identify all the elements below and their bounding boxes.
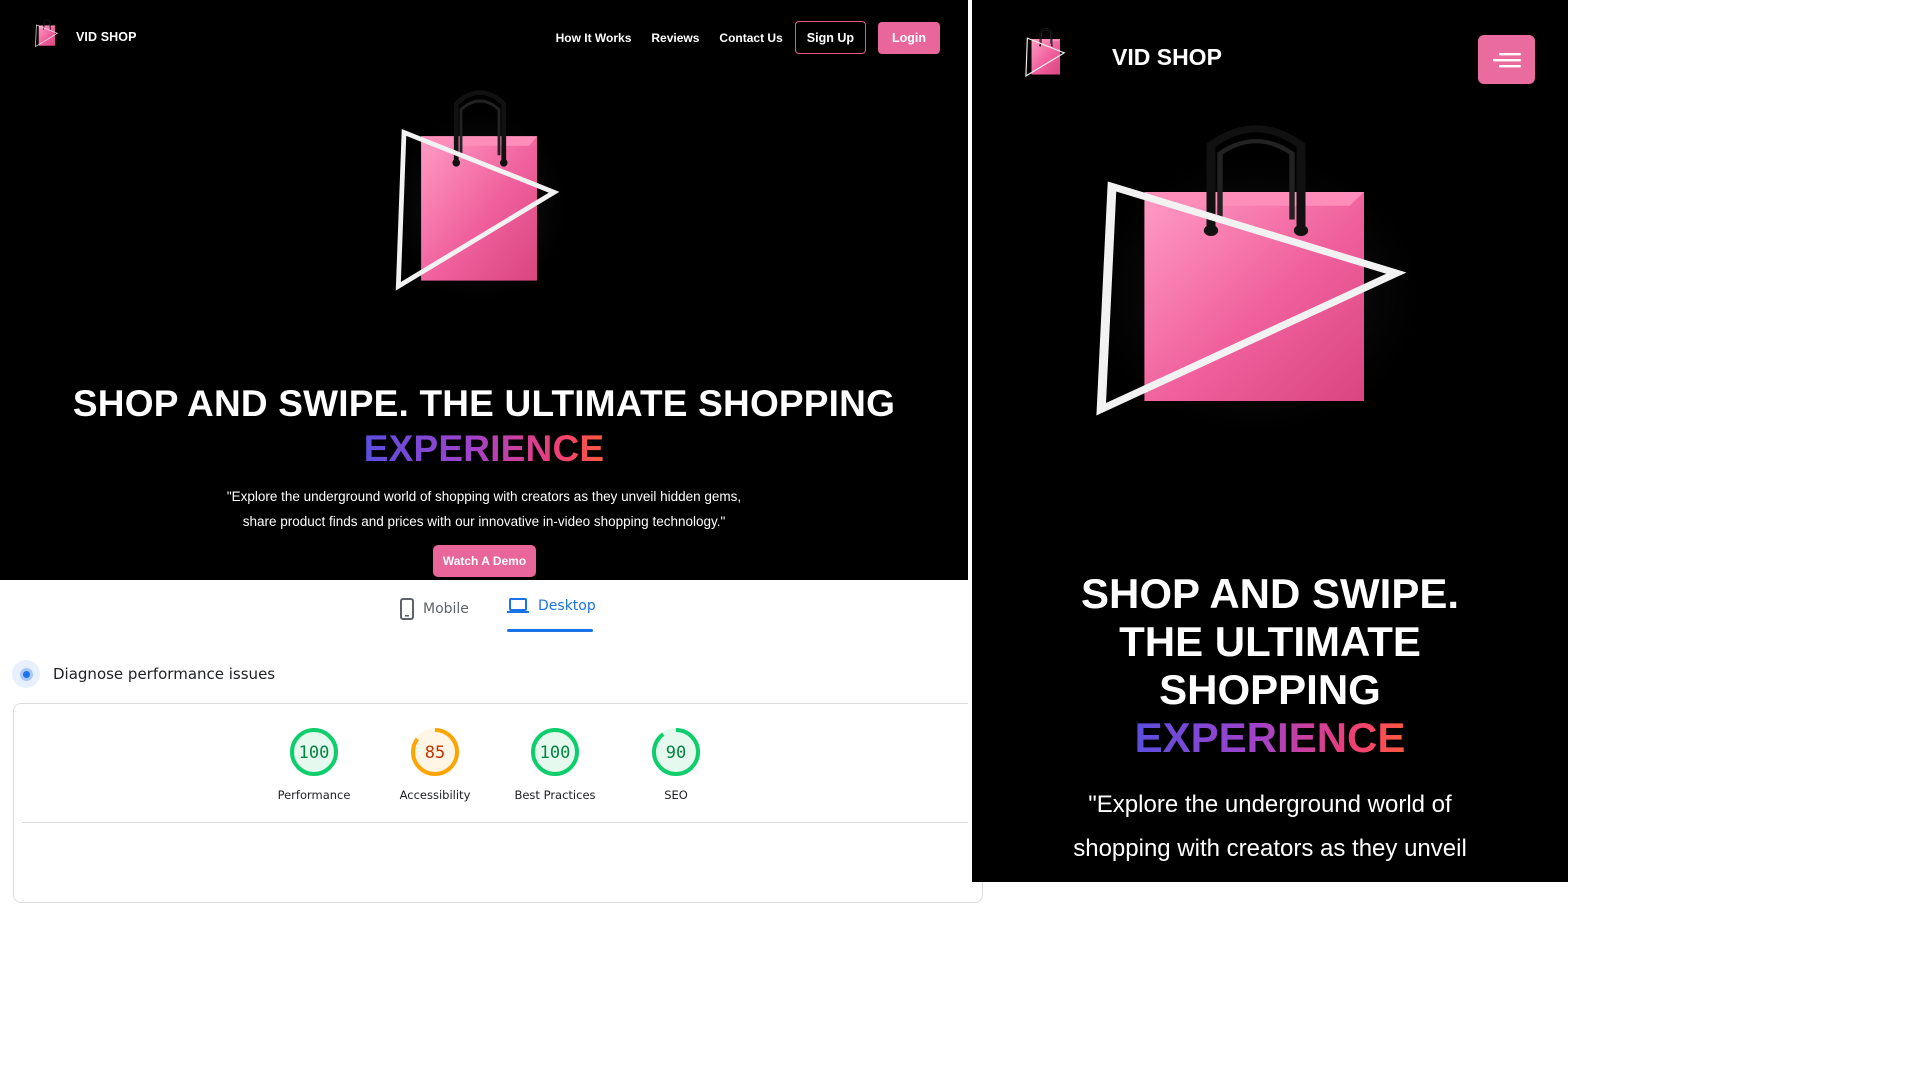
tab-desktop[interactable]: Desktop xyxy=(507,598,596,614)
hero-subtext-line: shopping with creators as they unveil xyxy=(1073,835,1467,862)
pagespeed-report: Mobile Desktop Diagnose performance issu… xyxy=(0,580,983,903)
score-ring: 85 xyxy=(411,728,459,776)
nav-reviews[interactable]: Reviews xyxy=(651,31,699,45)
hero-shopping-bag-play-icon xyxy=(385,82,575,312)
hero-headline-text: SHOP AND SWIPE. THE ULTIMATE SHOPPING xyxy=(72,383,896,424)
hero-headline-line: THE ULTIMATE xyxy=(1119,618,1421,665)
mobile-preview: VID SHOP SHOP AND SWIPE. THE ULTIMATE SH… xyxy=(972,0,1568,882)
watch-demo-button[interactable]: Watch A Demo xyxy=(433,545,536,577)
hero-subtext-line: share product finds and prices with our … xyxy=(242,514,726,529)
hamburger-menu-button[interactable] xyxy=(1478,35,1535,84)
hero-shopping-bag-play-icon xyxy=(1076,115,1436,445)
score-value: 85 xyxy=(425,743,445,763)
top-nav: How It Works Reviews Contact Us Sign Up … xyxy=(556,21,940,54)
menu-icon xyxy=(1492,52,1521,67)
card-divider xyxy=(22,822,970,823)
laptop-icon xyxy=(507,598,529,613)
hero-headline-line: SHOPPING xyxy=(1159,666,1381,713)
score-gauge[interactable]: 85 Accessibility xyxy=(385,727,485,802)
score-label: Accessibility xyxy=(399,788,471,802)
hero-headline: SHOP AND SWIPE. THE ULTIMATE SHOPPING EX… xyxy=(972,570,1568,762)
score-label: SEO xyxy=(664,788,688,802)
score-gauge[interactable]: 100 Best Practices xyxy=(505,727,605,802)
sign-up-button[interactable]: Sign Up xyxy=(794,21,866,54)
hero-headline: SHOP AND SWIPE. THE ULTIMATE SHOPPING EX… xyxy=(0,381,968,471)
scores-card xyxy=(13,703,983,903)
score-ring: 100 xyxy=(290,728,338,776)
score-ring: 100 xyxy=(531,728,579,776)
tab-mobile-label: Mobile xyxy=(423,601,469,617)
hero-headline-highlight: EXPERIENCE xyxy=(363,428,605,469)
active-tab-indicator xyxy=(507,629,593,632)
hero-subtext-line: "Explore the underground world of xyxy=(1088,791,1452,818)
hero-headline-highlight: EXPERIENCE xyxy=(1134,714,1406,761)
tab-mobile[interactable]: Mobile xyxy=(400,598,469,620)
diagnose-icon xyxy=(12,660,40,688)
score-label: Best Practices xyxy=(514,788,596,802)
hero-subtext: "Explore the underground world of shoppi… xyxy=(184,484,784,534)
brand-name[interactable]: VID SHOP xyxy=(76,30,137,44)
vid-shop-logo-icon[interactable] xyxy=(1018,26,1074,82)
score-gauge[interactable]: 90 SEO xyxy=(626,727,726,802)
vid-shop-logo-icon[interactable] xyxy=(32,18,62,50)
brand-name[interactable]: VID SHOP xyxy=(1112,44,1222,71)
score-gauge[interactable]: 100 Performance xyxy=(264,727,364,802)
hero-subtext-line: "Explore the underground world of shoppi… xyxy=(226,489,742,504)
hero-headline-line: SHOP AND SWIPE. xyxy=(1080,570,1460,617)
nav-contact-us[interactable]: Contact Us xyxy=(719,31,782,45)
tab-desktop-label: Desktop xyxy=(538,598,596,614)
login-button[interactable]: Login xyxy=(877,21,940,54)
score-value: 100 xyxy=(299,743,330,763)
hero-subtext: "Explore the underground world of shoppi… xyxy=(1002,783,1538,871)
smartphone-icon xyxy=(400,598,414,620)
score-ring: 90 xyxy=(652,728,700,776)
score-label: Performance xyxy=(277,788,351,802)
desktop-preview: VID SHOP How It Works Reviews Contact Us… xyxy=(0,0,968,580)
score-value: 90 xyxy=(666,743,686,763)
nav-how-it-works[interactable]: How It Works xyxy=(556,31,632,45)
diagnose-title: Diagnose performance issues xyxy=(53,665,276,683)
score-value: 100 xyxy=(540,743,571,763)
diagnose-header: Diagnose performance issues xyxy=(12,660,275,688)
